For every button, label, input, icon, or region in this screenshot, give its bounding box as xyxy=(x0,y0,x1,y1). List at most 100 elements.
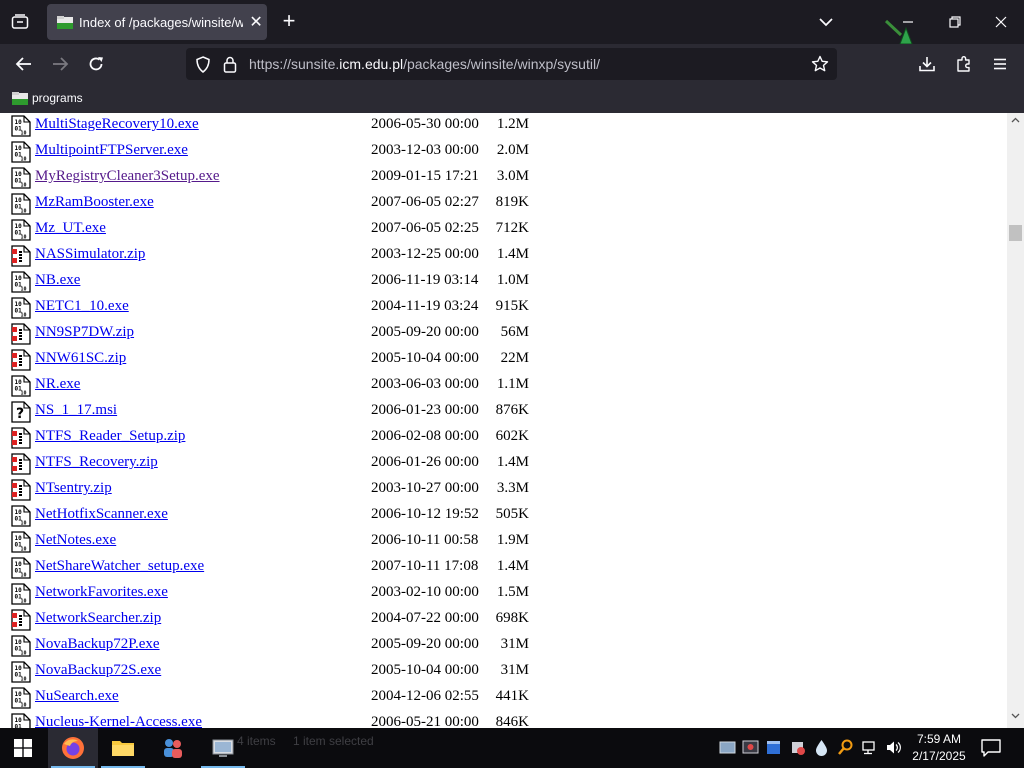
action-center-icon[interactable] xyxy=(980,738,1002,758)
bookmark-programs[interactable]: programs xyxy=(12,90,83,106)
url-text[interactable]: https://sunsite.icm.edu.pl/packages/wins… xyxy=(249,56,600,72)
binary-file-icon: 100110 xyxy=(11,193,31,215)
table-row: 10 01 10 NetNotes.exe 2006-10-11 00:58 1.9M xyxy=(0,528,1007,554)
taskbar-file-explorer[interactable] xyxy=(98,728,148,768)
file-link[interactable]: NTFS_Recovery.zip xyxy=(35,454,158,471)
table-row: 10 01 10 MyRegistryCleaner3Setup.exe 2009-01… xyxy=(0,164,1007,190)
download-icon xyxy=(919,57,935,72)
extensions-button[interactable] xyxy=(951,51,977,77)
file-date: 2003-12-25 00:00 xyxy=(371,246,479,262)
restore-button[interactable] xyxy=(943,10,967,34)
address-bar[interactable]: https://sunsite.icm.edu.pl/packages/wins… xyxy=(186,48,837,80)
taskbar-clock[interactable]: 7:59 AM 2/17/2025 xyxy=(906,731,972,765)
file-size: 1.9M xyxy=(496,532,529,548)
forward-button[interactable] xyxy=(47,51,73,77)
file-date: 2006-05-30 00:00 xyxy=(371,116,479,132)
folder-favicon-icon xyxy=(57,16,73,29)
file-link[interactable]: NTsentry.zip xyxy=(35,480,112,497)
file-link[interactable]: NB.exe xyxy=(35,272,80,289)
file-link[interactable]: NetNotes.exe xyxy=(35,532,116,549)
tray-search-key-icon[interactable] xyxy=(837,739,854,756)
svg-text:10: 10 xyxy=(21,703,27,709)
bookmark-star-icon[interactable] xyxy=(811,55,829,73)
volume-icon[interactable] xyxy=(885,739,902,756)
tray-drop-icon[interactable] xyxy=(813,739,830,756)
compressed-file-icon xyxy=(11,245,31,267)
lock-icon[interactable] xyxy=(223,56,237,73)
svg-text:10: 10 xyxy=(21,131,27,137)
vertical-scrollbar[interactable] xyxy=(1007,113,1024,728)
tracking-protection-shield-icon[interactable] xyxy=(195,56,211,73)
binary-file-icon: 100110 xyxy=(11,141,31,163)
file-date: 2003-10-27 00:00 xyxy=(371,480,479,496)
file-link[interactable]: MyRegistryCleaner3Setup.exe xyxy=(35,168,220,185)
table-row: 10 01 10 NR.exe 2003-06-03 00:00 1.1M xyxy=(0,372,1007,398)
close-window-button[interactable] xyxy=(989,10,1013,34)
file-link[interactable]: NetShareWatcher_setup.exe xyxy=(35,558,204,575)
bookmark-favicon-icon xyxy=(12,92,28,105)
back-button[interactable] xyxy=(11,51,37,77)
downloads-button[interactable] xyxy=(914,51,940,77)
tray-tool-icon[interactable] xyxy=(789,739,806,756)
chevron-down-icon[interactable] xyxy=(815,12,837,32)
directory-listing: 10 01 10 MultiStageRecovery10.exe 2006-05-30… xyxy=(0,113,1007,728)
tray-screen-icon[interactable] xyxy=(719,739,736,756)
compressed-file-icon xyxy=(11,349,31,371)
new-tab-button[interactable]: + xyxy=(277,10,301,34)
file-date: 2004-12-06 02:55 xyxy=(371,688,479,704)
file-link[interactable]: NovaBackup72P.exe xyxy=(35,636,160,653)
close-tab-icon[interactable]: ✕ xyxy=(245,12,267,32)
binary-file-icon: 100110 xyxy=(11,505,31,527)
url-host: icm.edu.pl xyxy=(339,56,404,72)
file-size: 2.0M xyxy=(496,142,529,158)
tray-monitor-icon[interactable] xyxy=(742,739,759,756)
taskbar-firefox[interactable] xyxy=(48,728,98,768)
file-link[interactable]: NuSearch.exe xyxy=(35,688,119,705)
list-all-tabs-button[interactable] xyxy=(6,8,34,36)
file-link[interactable]: NNW61SC.zip xyxy=(35,350,126,367)
tab-list-icon xyxy=(11,14,29,29)
file-size: 1.4M xyxy=(496,454,529,470)
table-row: 10 01 10 Mz_UT.exe 2007-06-05 02:25 712K xyxy=(0,216,1007,242)
reload-button[interactable] xyxy=(83,51,109,77)
svg-text:10: 10 xyxy=(21,651,27,657)
file-size: 1.4M xyxy=(496,558,529,574)
file-link[interactable]: Mz_UT.exe xyxy=(35,220,106,237)
taskbar-app-people[interactable] xyxy=(148,728,198,768)
active-tab[interactable]: Index of /packages/winsite/winxp/sysutil… xyxy=(47,4,267,40)
file-link[interactable]: MultiStageRecovery10.exe xyxy=(35,116,199,133)
scroll-up-arrow-icon[interactable] xyxy=(1011,117,1020,123)
users-app-icon xyxy=(164,739,182,758)
file-link[interactable]: NETC1_10.exe xyxy=(35,298,129,315)
file-link[interactable]: NetHotfixScanner.exe xyxy=(35,506,168,523)
binary-file-icon: 100110 xyxy=(11,219,31,241)
restore-icon xyxy=(949,16,961,28)
table-row: 10 01 10 MzRamBooster.exe 2007-06-05 02:27 81… xyxy=(0,190,1007,216)
file-link[interactable]: NTFS_Reader_Setup.zip xyxy=(35,428,185,445)
application-menu-button[interactable] xyxy=(987,51,1013,77)
file-link[interactable]: NetworkFavorites.exe xyxy=(35,584,168,601)
file-link[interactable]: NN9SP7DW.zip xyxy=(35,324,134,341)
scroll-down-arrow-icon[interactable] xyxy=(1011,713,1020,719)
file-link[interactable]: NetworkSearcher.zip xyxy=(35,610,161,627)
file-link[interactable]: NR.exe xyxy=(35,376,80,393)
table-row: 10 01 10 MultiStageRecovery10.exe 2006-05-30… xyxy=(0,113,1007,138)
tray-window-icon[interactable] xyxy=(765,739,782,756)
file-link[interactable]: MultipointFTPServer.exe xyxy=(35,142,188,159)
file-date: 2007-06-05 02:27 xyxy=(371,194,479,210)
file-date: 2004-11-19 03:24 xyxy=(371,298,479,314)
file-link[interactable]: Nucleus-Kernel-Access.exe xyxy=(35,714,202,728)
url-prefix: https://sunsite. xyxy=(249,56,340,72)
file-date: 2006-10-12 19:52 xyxy=(371,506,479,522)
start-button[interactable] xyxy=(0,728,46,768)
file-size: 1.0M xyxy=(496,272,529,288)
file-link[interactable]: NASSimulator.zip xyxy=(35,246,145,263)
scrollbar-thumb[interactable] xyxy=(1009,225,1022,241)
file-link[interactable]: NovaBackup72S.exe xyxy=(35,662,161,679)
compressed-file-icon xyxy=(11,427,31,449)
file-date: 2006-05-21 00:00 xyxy=(371,714,479,728)
network-icon[interactable] xyxy=(861,739,878,756)
file-link[interactable]: NS_1_17.msi xyxy=(35,402,117,419)
file-size: 915K xyxy=(495,298,529,314)
file-link[interactable]: MzRamBooster.exe xyxy=(35,194,154,211)
